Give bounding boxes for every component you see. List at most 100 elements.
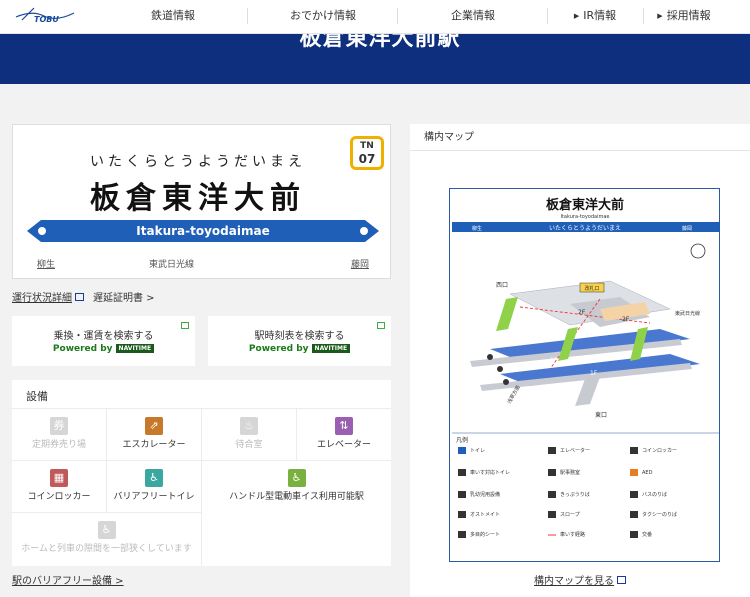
nav-divider	[643, 8, 644, 24]
legend-toilet: トイレ	[470, 448, 485, 454]
facility-platform-gap: ♿ ホームと列車の隙間を一部狭くしています	[12, 512, 202, 566]
operation-status-link[interactable]: 運行状況詳細	[12, 289, 84, 304]
navitime-logo: NAVITIME	[311, 344, 351, 353]
station-map-link-label: 構内マップを見る	[534, 576, 614, 587]
station-name-kanji: 板倉東洋大前	[90, 181, 306, 216]
fare-search-title: 乗換・運賃を検索する	[53, 331, 154, 342]
facility-label: 定期券売り場	[31, 440, 86, 450]
ticket-office-icon: 券	[50, 417, 68, 435]
facility-accessible-toilet: ♿ バリアフリートイレ	[107, 460, 202, 512]
legend-ticket: きっぷうりば	[560, 491, 590, 498]
delay-certificate-label: 遅延証明書 >	[93, 293, 155, 304]
powered-by: Powered by NAVITIME	[12, 344, 195, 354]
nav-ir[interactable]: ▶ IR情報	[552, 0, 638, 34]
nav-corporate-label: 企業情報	[451, 9, 495, 22]
facility-elevator: ⇅ エレベーター	[297, 408, 391, 460]
site-header: TOBU 鉄道情報 おでかけ情報 企業情報 ▶ IR情報 ▶ 採用情報	[0, 0, 750, 34]
nav-railway-label: 鉄道情報	[151, 9, 195, 22]
powered-by-text: Powered by	[52, 344, 113, 354]
page-banner: 板倉東洋大前駅	[0, 34, 750, 84]
facility-coin-locker: ▦ コインロッカー	[12, 460, 107, 512]
legend-police-box: 交番	[642, 531, 652, 538]
facility-label: バリアフリートイレ	[113, 492, 195, 502]
station-sign: いたくらとうようだいまえ 板倉東洋大前 TN 07 Itakura-toyoda…	[12, 124, 391, 279]
station-map-panel: 構内マップ 板倉東洋大前 Itakura-toyodaimae いたくらとうよう…	[410, 124, 750, 597]
navitime-logo: NAVITIME	[115, 344, 155, 353]
nav-divider	[397, 8, 398, 24]
map-floor-2f: 2F	[578, 309, 586, 316]
platform-gap-icon: ♿	[97, 521, 116, 539]
legend-multipurpose-seat: 多目的シート	[470, 531, 500, 538]
station-map-drawing: 板倉東洋大前 Itakura-toyodaimae いたくらとうようだいまえ 柳…	[452, 197, 719, 538]
nav-recruit-label: 採用情報	[666, 9, 711, 22]
station-number-badge: TN 07	[350, 136, 384, 170]
station-name-romaji: Itakura-toyodaimae	[136, 224, 270, 238]
map-floor-2f: 2F	[622, 316, 630, 323]
legend-aed: AED	[642, 470, 653, 476]
powered-by-text: Powered by	[248, 344, 309, 354]
line-name: 東武日光線	[149, 260, 195, 270]
station-map-link[interactable]: 構内マップを見る	[410, 572, 750, 587]
legend-accessible-toilet: 車いす対応トイレ	[470, 469, 510, 476]
external-link-icon	[377, 322, 385, 329]
map-prev-station: 柳生	[472, 225, 482, 232]
nav-railway[interactable]: 鉄道情報	[120, 0, 226, 34]
logo-text: TOBU	[34, 15, 59, 24]
map-west-exit: 西口	[496, 282, 508, 289]
facility-escalator: ⇗ エスカレーター	[107, 408, 202, 460]
facility-label: エレベーター	[316, 440, 371, 450]
chevron-right-icon: ▶	[657, 12, 663, 20]
legend-slope: スロープ	[560, 512, 580, 518]
coin-locker-icon: ▦	[50, 469, 68, 487]
nav-ir-label: IR情報	[583, 9, 617, 22]
nav-outings[interactable]: おでかけ情報	[268, 0, 378, 34]
facility-ticket-office: 券 定期券売り場	[12, 408, 107, 460]
nav-outings-label: おでかけ情報	[290, 9, 356, 22]
facilities-title: 設備	[26, 390, 48, 403]
external-link-icon	[617, 576, 626, 584]
legend-ostomate: オストメイト	[470, 512, 500, 518]
facility-label: 待合室	[235, 440, 263, 450]
tobu-logo[interactable]: TOBU	[14, 4, 78, 28]
escalator-icon: ⇗	[145, 417, 163, 435]
legend-station-office: 駅事務室	[560, 469, 580, 476]
accessible-toilet-icon: ♿	[145, 469, 163, 487]
nav-recruit[interactable]: ▶ 採用情報	[646, 0, 722, 34]
facility-label: エスカレーター	[122, 440, 186, 450]
station-name-kana: いたくらとうようだいまえ	[90, 154, 306, 170]
prev-station-link[interactable]: 柳生	[37, 257, 55, 270]
map-floor-1f: 1F	[590, 370, 598, 377]
waiting-room-icon: ♨	[240, 417, 258, 435]
nav-divider	[547, 8, 548, 24]
external-link-icon	[181, 322, 189, 329]
map-station-roma: Itakura-toyodaimae	[560, 214, 609, 220]
operation-status-label: 運行状況詳細	[12, 293, 72, 304]
map-legend-title: 凡例	[456, 436, 468, 444]
facility-waiting-room: ♨ 待合室	[202, 408, 297, 460]
station-map-heading: 構内マップ	[410, 124, 750, 151]
station-map-image[interactable]: 板倉東洋大前 Itakura-toyodaimae いたくらとうようだいまえ 柳…	[449, 188, 720, 562]
map-next-station: 藤岡	[682, 225, 692, 232]
legend-coin-locker: コインロッカー	[642, 448, 677, 454]
fare-search-box[interactable]: 乗換・運賃を検索する Powered by NAVITIME	[12, 316, 195, 366]
map-east-exit: 東口	[595, 411, 607, 419]
legend-elevator: エレベーター	[560, 447, 590, 454]
barrier-free-label: 駅のバリアフリー設備 >	[12, 576, 124, 587]
timetable-search-title: 駅時刻表を検索する	[254, 331, 345, 342]
legend-bus: バスのりば	[642, 491, 667, 498]
chevron-right-icon: ▶	[573, 12, 580, 20]
timetable-search-box[interactable]: 駅時刻表を検索する Powered by NAVITIME	[208, 316, 391, 366]
facility-label: ホームと列車の隙間を一部狭くしています	[21, 544, 192, 554]
barrier-free-link[interactable]: 駅のバリアフリー設備 >	[12, 572, 124, 587]
facilities-panel: 設備 券 定期券売り場 ⇗ エスカレーター ♨ 待合室 ⇅ エレベーター ▦ コ…	[12, 380, 391, 566]
facility-label: コインロッカー	[27, 492, 91, 502]
elevator-icon: ⇅	[335, 417, 353, 435]
electric-wheelchair-icon: ♿	[287, 469, 306, 487]
legend-baby-facility: 乳幼児用設備	[470, 491, 500, 498]
next-station-link[interactable]: 藤岡	[351, 257, 369, 270]
nav-corporate[interactable]: 企業情報	[420, 0, 526, 34]
page-title: 板倉東洋大前駅	[299, 34, 461, 51]
legend-wheelchair-route: 車いす経路	[560, 531, 585, 538]
map-station-name: 板倉東洋大前	[546, 197, 624, 213]
delay-certificate-link[interactable]: 遅延証明書 >	[93, 289, 155, 304]
